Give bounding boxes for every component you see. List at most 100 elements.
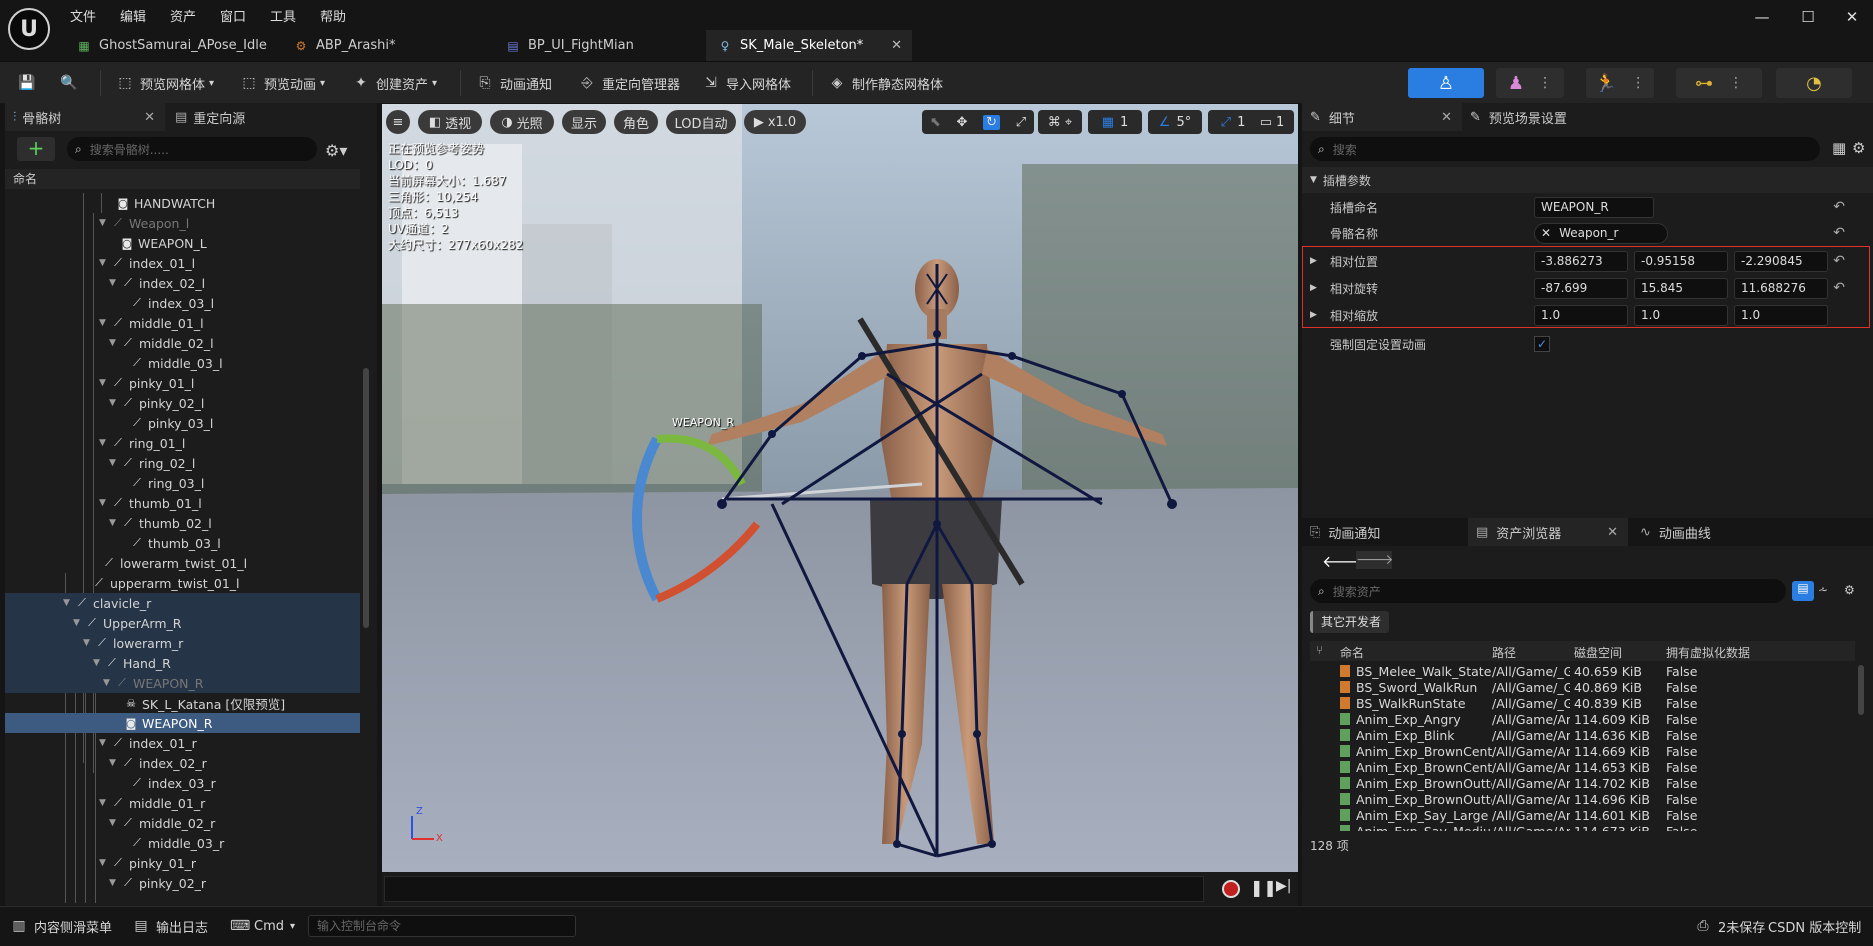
reset-icon[interactable]: ↶	[1833, 225, 1845, 241]
menu-edit[interactable]: 编辑	[120, 6, 146, 25]
translate-icon[interactable]: ✥	[956, 115, 967, 130]
menu-asset[interactable]: 资产	[170, 6, 196, 25]
step-forward-icon[interactable]: ▶|	[1276, 878, 1291, 894]
lod-auto-button[interactable]: LOD自动	[666, 110, 736, 134]
tab-sk-male-skeleton[interactable]: ♀ SK_Male_Skeleton* ✕	[706, 30, 912, 61]
menu-window[interactable]: 窗口	[220, 6, 246, 25]
output-log-button[interactable]: ▤ 输出日志	[132, 913, 208, 939]
bone-row[interactable]: ▼ ⟋ index_01_r	[5, 733, 360, 753]
asset-row[interactable]: Anim_Exp_Angry/All/Game/Aras114.609 KiB F…	[1310, 711, 1855, 727]
settings-gear-icon[interactable]: ⚙	[1852, 139, 1865, 157]
tab-abp-arashi[interactable]: ⚙ ABP_Arashi*	[282, 30, 492, 61]
collapse-arrow-icon[interactable]: ▼	[99, 378, 108, 388]
menu-tools[interactable]: 工具	[270, 6, 296, 25]
reset-icon[interactable]: ↶	[1833, 280, 1845, 296]
bone-row[interactable]: ▼ ⟋ middle_02_r	[5, 813, 360, 833]
close-window-icon[interactable]: ✕	[1840, 8, 1864, 32]
location-z-field[interactable]: -2.290845	[1734, 251, 1828, 272]
anim-mode-button[interactable]: 🏃 ⋮	[1586, 68, 1654, 98]
col-disk-size[interactable]: 磁盘空间	[1574, 644, 1622, 661]
socket-row[interactable]: ◙ WEAPON_L	[5, 233, 360, 253]
maximize-icon[interactable]: ☐	[1796, 8, 1820, 32]
bone-row[interactable]: ▼ ⟋ index_01_l	[5, 253, 360, 273]
grid-snap-button[interactable]: ▦ 1	[1088, 110, 1142, 134]
bone-search-input[interactable]: ⌕ 搜索骨骼树.....	[67, 137, 317, 161]
collapse-arrow-icon[interactable]: ▼	[109, 338, 118, 348]
collapse-arrow-icon[interactable]: ▼	[99, 858, 108, 868]
section-socket-params[interactable]: ▼ 插槽参数	[1302, 167, 1873, 193]
folder-view-icon[interactable]: ▤	[1792, 581, 1814, 601]
select-icon[interactable]: ⬉	[930, 115, 941, 130]
expand-arrow-icon[interactable]: ▶	[1310, 283, 1317, 293]
scale-y-field[interactable]: 1.0	[1634, 305, 1728, 326]
import-mesh-button[interactable]: ⇲ 导入网格体	[702, 70, 791, 96]
collapse-arrow-icon[interactable]: ▼	[99, 798, 108, 808]
bone-name-field[interactable]: ✕ Weapon_r	[1534, 223, 1668, 244]
more-icon[interactable]: ⋮	[1631, 75, 1645, 91]
table-view-icon[interactable]: ▦	[1832, 139, 1846, 157]
console-input[interactable]: 输入控制台命令	[308, 915, 576, 937]
content-drawer-button[interactable]: ▥ 内容侧滑菜单	[10, 913, 112, 939]
collapse-arrow-icon[interactable]: ▼	[63, 598, 72, 608]
details-search-input[interactable]: ⌕ 搜索	[1310, 137, 1820, 161]
tab-ghostsamurai[interactable]: ▦ GhostSamurai_APose_Idle	[65, 30, 280, 61]
bone-row[interactable]: ▼ ⟋ middle_02_l	[5, 333, 360, 353]
tab-bp-ui[interactable]: ▤ BP_UI_FightMian	[494, 30, 704, 61]
collapse-arrow-icon[interactable]: ▼	[109, 398, 118, 408]
unsaved-button[interactable]: ⎙ 2未保存	[1694, 913, 1765, 939]
bone-row[interactable]: ▼ ⟋ ring_02_l	[5, 453, 360, 473]
socket-row-selected[interactable]: ◙ WEAPON_R	[5, 713, 360, 733]
asset-scrollbar[interactable]	[1858, 665, 1864, 715]
camera-speed-button[interactable]: ▭ 1	[1250, 110, 1294, 134]
scale-z-field[interactable]: 1.0	[1734, 305, 1828, 326]
rotation-snap-button[interactable]: ∠ 5°	[1148, 110, 1202, 134]
scale-icon[interactable]: ⤢	[1016, 115, 1026, 130]
bone-row[interactable]: ▼ ⟋ Hand_R	[5, 653, 360, 673]
save-button[interactable]: 💾	[18, 70, 42, 96]
unreal-logo-icon[interactable]: U	[8, 8, 50, 50]
expand-arrow-icon[interactable]: ▶	[1310, 310, 1317, 320]
asset-row[interactable]: Anim_Exp_Say_Large/All/Game/Aras114.601 …	[1310, 807, 1855, 823]
rotation-z-field[interactable]: 11.688276	[1734, 278, 1828, 299]
asset-row[interactable]: Anim_Exp_BrownOutter_Up/All/Game/Aras114…	[1310, 791, 1855, 807]
preview-mesh-row[interactable]: ☠ SK_L_Katana [仅限预览]	[5, 693, 360, 713]
character-button[interactable]: 角色	[614, 110, 658, 134]
tree-scrollbar[interactable]	[363, 368, 369, 628]
bone-row[interactable]: ▼ ⟋ pinky_01_r	[5, 853, 360, 873]
collapse-arrow-icon[interactable]: ▼	[93, 658, 102, 668]
tab-details[interactable]: ✎ 细节 ✕	[1302, 103, 1462, 131]
bone-row[interactable]: ▼ ⟋ thumb_01_l	[5, 493, 360, 513]
3d-viewport[interactable]: WEAPON_R Z X ≡ ◧ 透视 ◑ 光照 显示 角色 LOD自动 ▶ x1.0…	[382, 104, 1298, 872]
bone-row[interactable]: ⟋ middle_03_r	[5, 833, 360, 853]
collapse-arrow-icon[interactable]: ▼	[99, 318, 108, 328]
more-icon[interactable]: ⋮	[1538, 75, 1552, 91]
more-icon[interactable]: ⋮	[1729, 75, 1743, 91]
col-virtualized[interactable]: 拥有虚拟化数据	[1666, 644, 1750, 661]
bone-row[interactable]: ▼ ⟋ index_02_r	[5, 753, 360, 773]
col-name[interactable]: 命名	[1340, 644, 1364, 661]
mesh-mode-button[interactable]: ♟ ⋮	[1496, 68, 1564, 98]
record-icon[interactable]	[1222, 880, 1240, 898]
preview-anim-button[interactable]: ⬚ 预览动画 ▾	[240, 70, 325, 96]
tab-asset-browser[interactable]: ▤ 资产浏览器 ✕	[1468, 518, 1628, 546]
cmd-button[interactable]: ⌨ Cmd ▾	[230, 913, 295, 939]
bone-row[interactable]: ▼ ⟋ pinky_01_l	[5, 373, 360, 393]
reset-icon[interactable]: ↶	[1833, 253, 1845, 269]
collapse-arrow-icon[interactable]: ▼	[109, 878, 118, 888]
location-x-field[interactable]: -3.886273	[1534, 251, 1628, 272]
bone-row[interactable]: ▼ ⟋ middle_01_l	[5, 313, 360, 333]
collapse-arrow-icon[interactable]: ▼	[109, 278, 118, 288]
skeleton-mode-button[interactable]: ♙	[1408, 68, 1484, 98]
playback-speed-button[interactable]: ▶ x1.0	[744, 110, 806, 134]
asset-search-input[interactable]: ⌕ 搜索资产	[1310, 579, 1786, 603]
perspective-button[interactable]: ◧ 透视	[418, 110, 482, 134]
show-button[interactable]: 显示	[562, 110, 606, 134]
collapse-arrow-icon[interactable]: ▼	[99, 218, 108, 228]
viewport-menu-button[interactable]: ≡	[386, 110, 410, 134]
asset-row[interactable]: BS_WalkRunState/All/Game/_Gar40.839 KiB F…	[1310, 695, 1855, 711]
settings-gear-icon[interactable]: ⚙▾	[325, 141, 347, 160]
rotation-x-field[interactable]: -87.699	[1534, 278, 1628, 299]
bone-row[interactable]: ◙ HANDWATCH	[5, 193, 360, 213]
collapse-arrow-icon[interactable]: ▼	[83, 638, 92, 648]
local-world-toggle[interactable]: ⌘ ⌖	[1038, 110, 1082, 134]
